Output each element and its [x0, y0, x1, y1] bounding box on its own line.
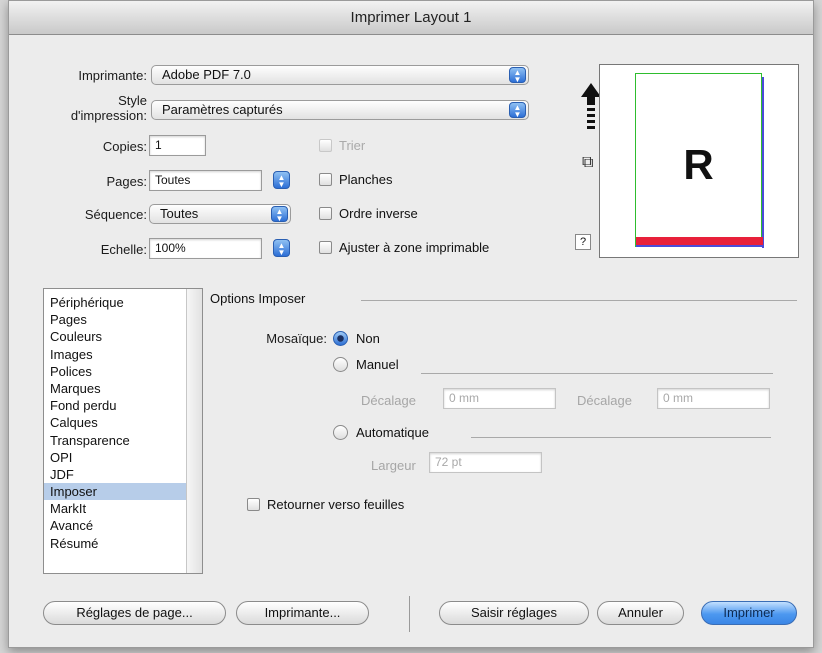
sidebar-item-pages[interactable]: Pages: [44, 311, 186, 328]
copies-field[interactable]: 1: [149, 135, 206, 156]
orientation-arrow-icon[interactable]: [581, 83, 601, 133]
cancel-button[interactable]: Annuler: [597, 601, 684, 625]
sidebar-scrollbar[interactable]: [186, 289, 202, 573]
preview-sheet: R: [635, 73, 764, 248]
radio-icon: [333, 425, 348, 440]
popup-arrows-icon: ▲ ▼: [509, 67, 526, 84]
sidebar-item-p-riph-rique[interactable]: Périphérique: [44, 294, 186, 311]
copies-label: Copies:: [102, 139, 147, 154]
style-popup[interactable]: Paramètres capturés ▲ ▼: [151, 100, 529, 120]
help-button[interactable]: ?: [575, 234, 591, 250]
checkbox-icon: [319, 173, 332, 186]
scale-label: Echelle:: [100, 242, 147, 257]
checkbox-icon: [247, 498, 260, 511]
radio-automatique-label: Automatique: [356, 425, 429, 440]
sidebar-item-marques[interactable]: Marques: [44, 380, 186, 397]
sidebar-item-transparence[interactable]: Transparence: [44, 432, 186, 449]
sidebar-item-markit[interactable]: MarkIt: [44, 500, 186, 517]
radio-automatique[interactable]: Automatique: [333, 424, 429, 442]
scale-field[interactable]: 100%: [149, 238, 262, 259]
popup-arrows-icon: ▲ ▼: [509, 102, 526, 119]
sidebar-item-couleurs[interactable]: Couleurs: [44, 328, 186, 345]
panel-title: Options Imposer: [210, 291, 306, 306]
page-setup-button[interactable]: Réglages de page...: [43, 601, 226, 625]
offset-field-2[interactable]: 0 mm: [657, 388, 770, 409]
sidebar-item-jdf[interactable]: JDF: [44, 466, 186, 483]
panel-title-divider: [361, 300, 797, 301]
reverse-order-checkbox[interactable]: Ordre inverse: [319, 205, 418, 223]
radio-icon: [333, 357, 348, 372]
checkbox-icon: [319, 241, 332, 254]
style-label: Style d'impression:: [29, 93, 147, 123]
sequence-label: Séquence:: [84, 207, 147, 222]
offset-label-1: Décalage: [361, 393, 416, 408]
flip-back-sheets-label: Retourner verso feuilles: [267, 497, 405, 512]
sidebar-item-polices[interactable]: Polices: [44, 363, 186, 380]
automatique-divider: [471, 437, 771, 438]
preview-letter: R: [683, 141, 714, 188]
printer-value: Adobe PDF 7.0: [162, 67, 251, 82]
radio-selected-icon: [333, 331, 348, 346]
copies-pages-icon: ⧉: [582, 154, 594, 171]
sidebar-item-images[interactable]: Images: [44, 346, 186, 363]
collate-label: Trier: [339, 138, 366, 153]
collate-checkbox[interactable]: Trier: [319, 137, 365, 155]
button-separator: [409, 596, 410, 632]
pages-stepper-icon[interactable]: ▲ ▼: [273, 171, 290, 189]
style-label-line2: d'impression:: [70, 108, 147, 123]
sequence-popup[interactable]: Toutes ▲ ▼: [149, 204, 291, 224]
planches-checkbox[interactable]: Planches: [319, 171, 392, 189]
style-value: Paramètres capturés: [162, 102, 283, 117]
popup-arrows-icon: ▲ ▼: [271, 206, 288, 223]
fit-printable-area-label: Ajuster à zone imprimable: [339, 240, 490, 255]
checkbox-icon: [319, 207, 332, 220]
flip-back-sheets-checkbox[interactable]: Retourner verso feuilles: [247, 496, 404, 514]
window-title: Imprimer Layout 1: [9, 1, 813, 35]
printer-button[interactable]: Imprimante...: [236, 601, 369, 625]
mosaic-label: Mosaïque:: [266, 331, 327, 346]
sequence-value: Toutes: [160, 206, 199, 221]
capture-settings-button[interactable]: Saisir réglages: [439, 601, 589, 625]
sidebar-item-avanc-[interactable]: Avancé: [44, 517, 186, 534]
radio-non-label: Non: [356, 331, 380, 346]
category-items: Périphérique Pages Couleurs Images Polices Ma…: [44, 289, 202, 552]
print-button[interactable]: Imprimer: [701, 601, 797, 625]
pages-label: Pages:: [106, 174, 147, 189]
print-preview: R: [599, 64, 799, 258]
sidebar-item-opi[interactable]: OPI: [44, 449, 186, 466]
radio-manuel-label: Manuel: [356, 357, 399, 372]
manuel-divider: [421, 373, 773, 374]
preview-edge: [762, 77, 764, 248]
planches-label: Planches: [339, 172, 393, 187]
radio-non[interactable]: Non: [333, 330, 380, 348]
print-dialog: Imprimer Layout 1 Imprimante: Adobe PDF …: [8, 0, 814, 648]
sidebar-item-fond-perdu[interactable]: Fond perdu: [44, 397, 186, 414]
offset-field-1[interactable]: 0 mm: [443, 388, 556, 409]
offset-label-2: Décalage: [577, 393, 632, 408]
reverse-order-label: Ordre inverse: [339, 206, 418, 221]
fit-printable-area-checkbox[interactable]: Ajuster à zone imprimable: [319, 239, 489, 257]
scale-stepper-icon[interactable]: ▲ ▼: [273, 239, 290, 257]
printer-label: Imprimante:: [78, 68, 147, 83]
radio-manuel[interactable]: Manuel: [333, 356, 399, 374]
printer-popup[interactable]: Adobe PDF 7.0 ▲ ▼: [151, 65, 529, 85]
preview-bleed-bar: [636, 237, 763, 247]
width-field[interactable]: 72 pt: [429, 452, 542, 473]
sidebar-item-r-sum-[interactable]: Résumé: [44, 535, 186, 552]
sidebar-category-list[interactable]: Périphérique Pages Couleurs Images Polices Ma…: [43, 288, 203, 574]
width-label: Largeur: [371, 458, 416, 473]
checkbox-icon: [319, 139, 332, 152]
style-label-line1: Style: [118, 93, 147, 108]
sidebar-item-imposer[interactable]: Imposer: [44, 483, 186, 501]
pages-field[interactable]: Toutes: [149, 170, 262, 191]
sidebar-item-calques[interactable]: Calques: [44, 414, 186, 431]
